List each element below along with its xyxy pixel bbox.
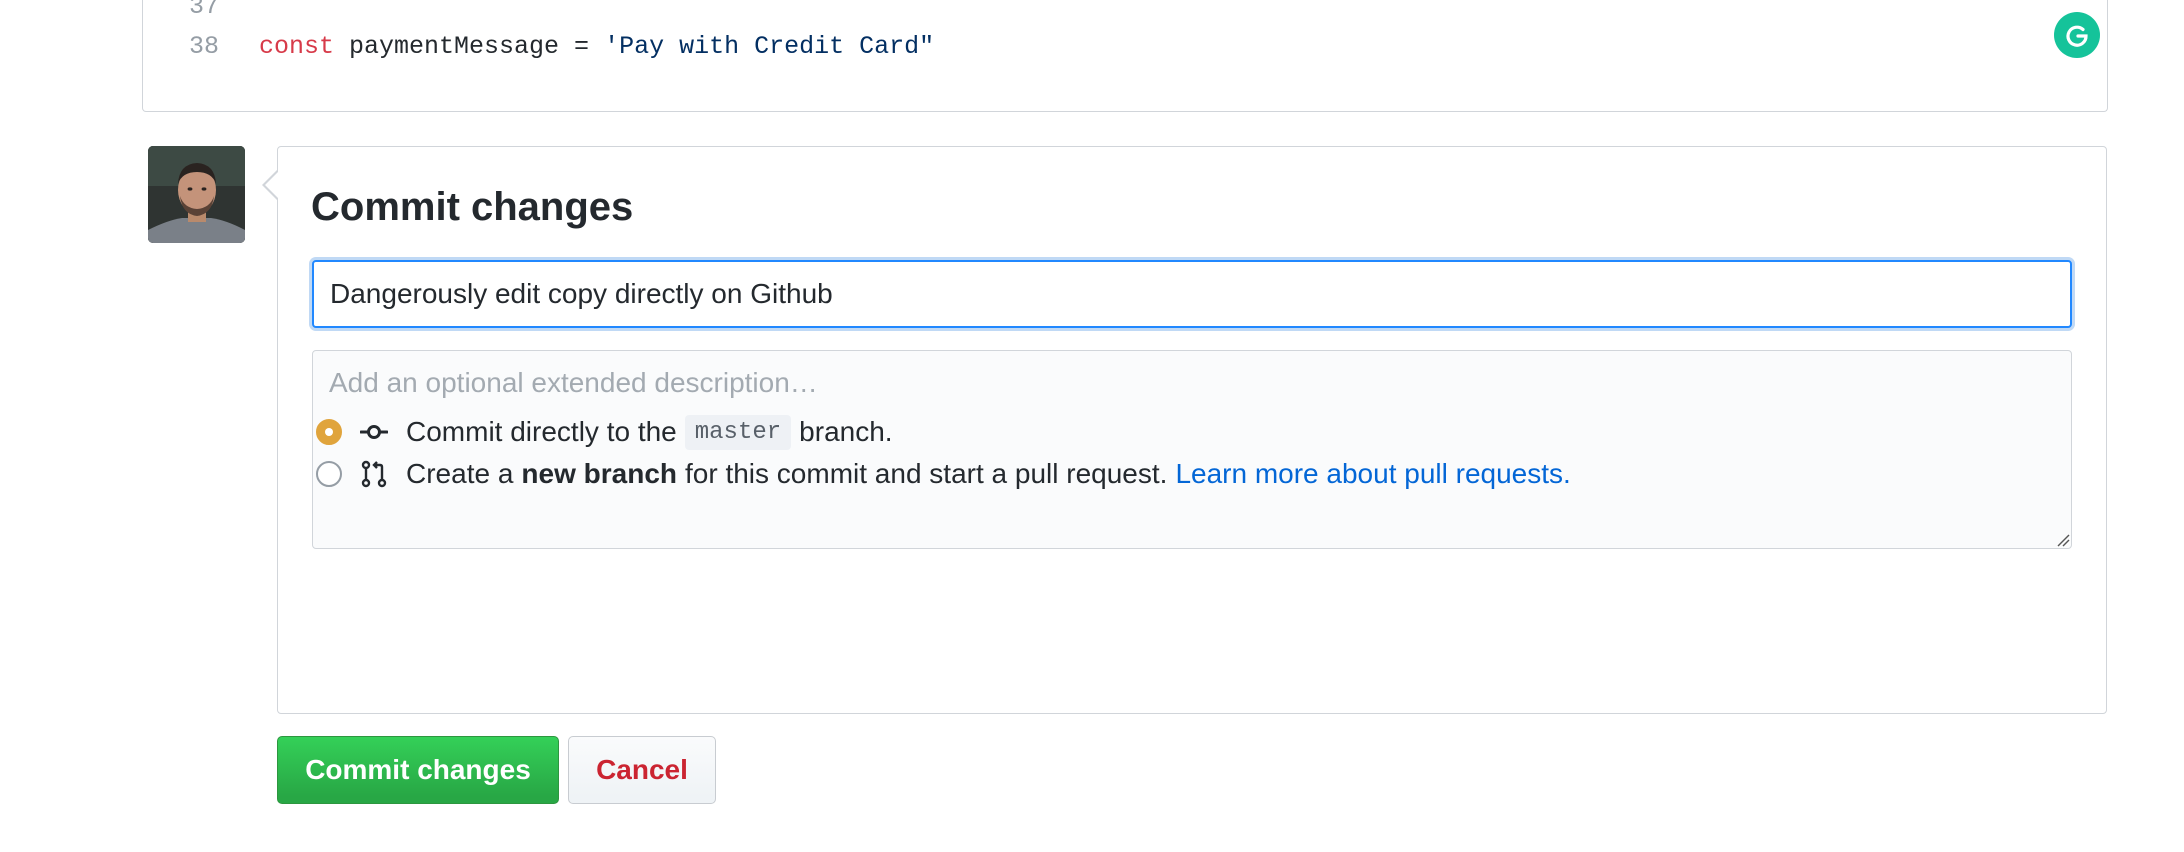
new-branch-option[interactable]: Create a new branch for this commit and … (316, 454, 1571, 494)
commit-summary-input[interactable] (312, 260, 2072, 328)
commit-directly-option[interactable]: Commit directly to the master branch. (316, 412, 893, 452)
cancel-button[interactable]: Cancel (568, 736, 716, 804)
code-text[interactable]: const paymentMessage = 'Pay with Credit … (259, 32, 934, 61)
new-branch-emphasis: new branch (521, 458, 677, 489)
branch-name: master (684, 414, 792, 450)
commit-form: Commit changes Commit directly to the ma… (262, 146, 2107, 714)
line-number: 37 (188, 0, 219, 21)
code-line-38[interactable]: 38 const paymentMessage = 'Pay with Cred… (143, 26, 934, 66)
code-keyword: const (259, 31, 335, 61)
git-pull-request-icon (360, 460, 388, 488)
commit-directly-radio[interactable] (316, 419, 342, 445)
git-commit-icon (360, 418, 388, 446)
line-number: 38 (188, 31, 219, 61)
learn-more-pull-requests-link[interactable]: Learn more about pull requests. (1175, 458, 1570, 490)
avatar[interactable] (148, 146, 245, 243)
new-branch-radio[interactable] (316, 461, 342, 487)
commit-changes-button[interactable]: Commit changes (277, 736, 559, 804)
new-branch-suffix: for this commit and start a pull request… (685, 458, 1168, 489)
code-line-37: 37 (143, 0, 259, 26)
code-identifier: paymentMessage = (334, 31, 605, 61)
commit-directly-label: Commit directly to the (406, 416, 677, 447)
resize-handle-icon[interactable] (2056, 533, 2070, 547)
new-branch-prefix: Create a (406, 458, 514, 489)
code-string: 'Pay with Credit Card" (604, 31, 935, 61)
commit-directly-suffix: branch. (799, 416, 893, 447)
commit-form-title: Commit changes (311, 185, 634, 229)
grammarly-icon[interactable] (2054, 12, 2100, 58)
code-editor: 37 38 const paymentMessage = 'Pay with C… (142, 0, 2108, 112)
